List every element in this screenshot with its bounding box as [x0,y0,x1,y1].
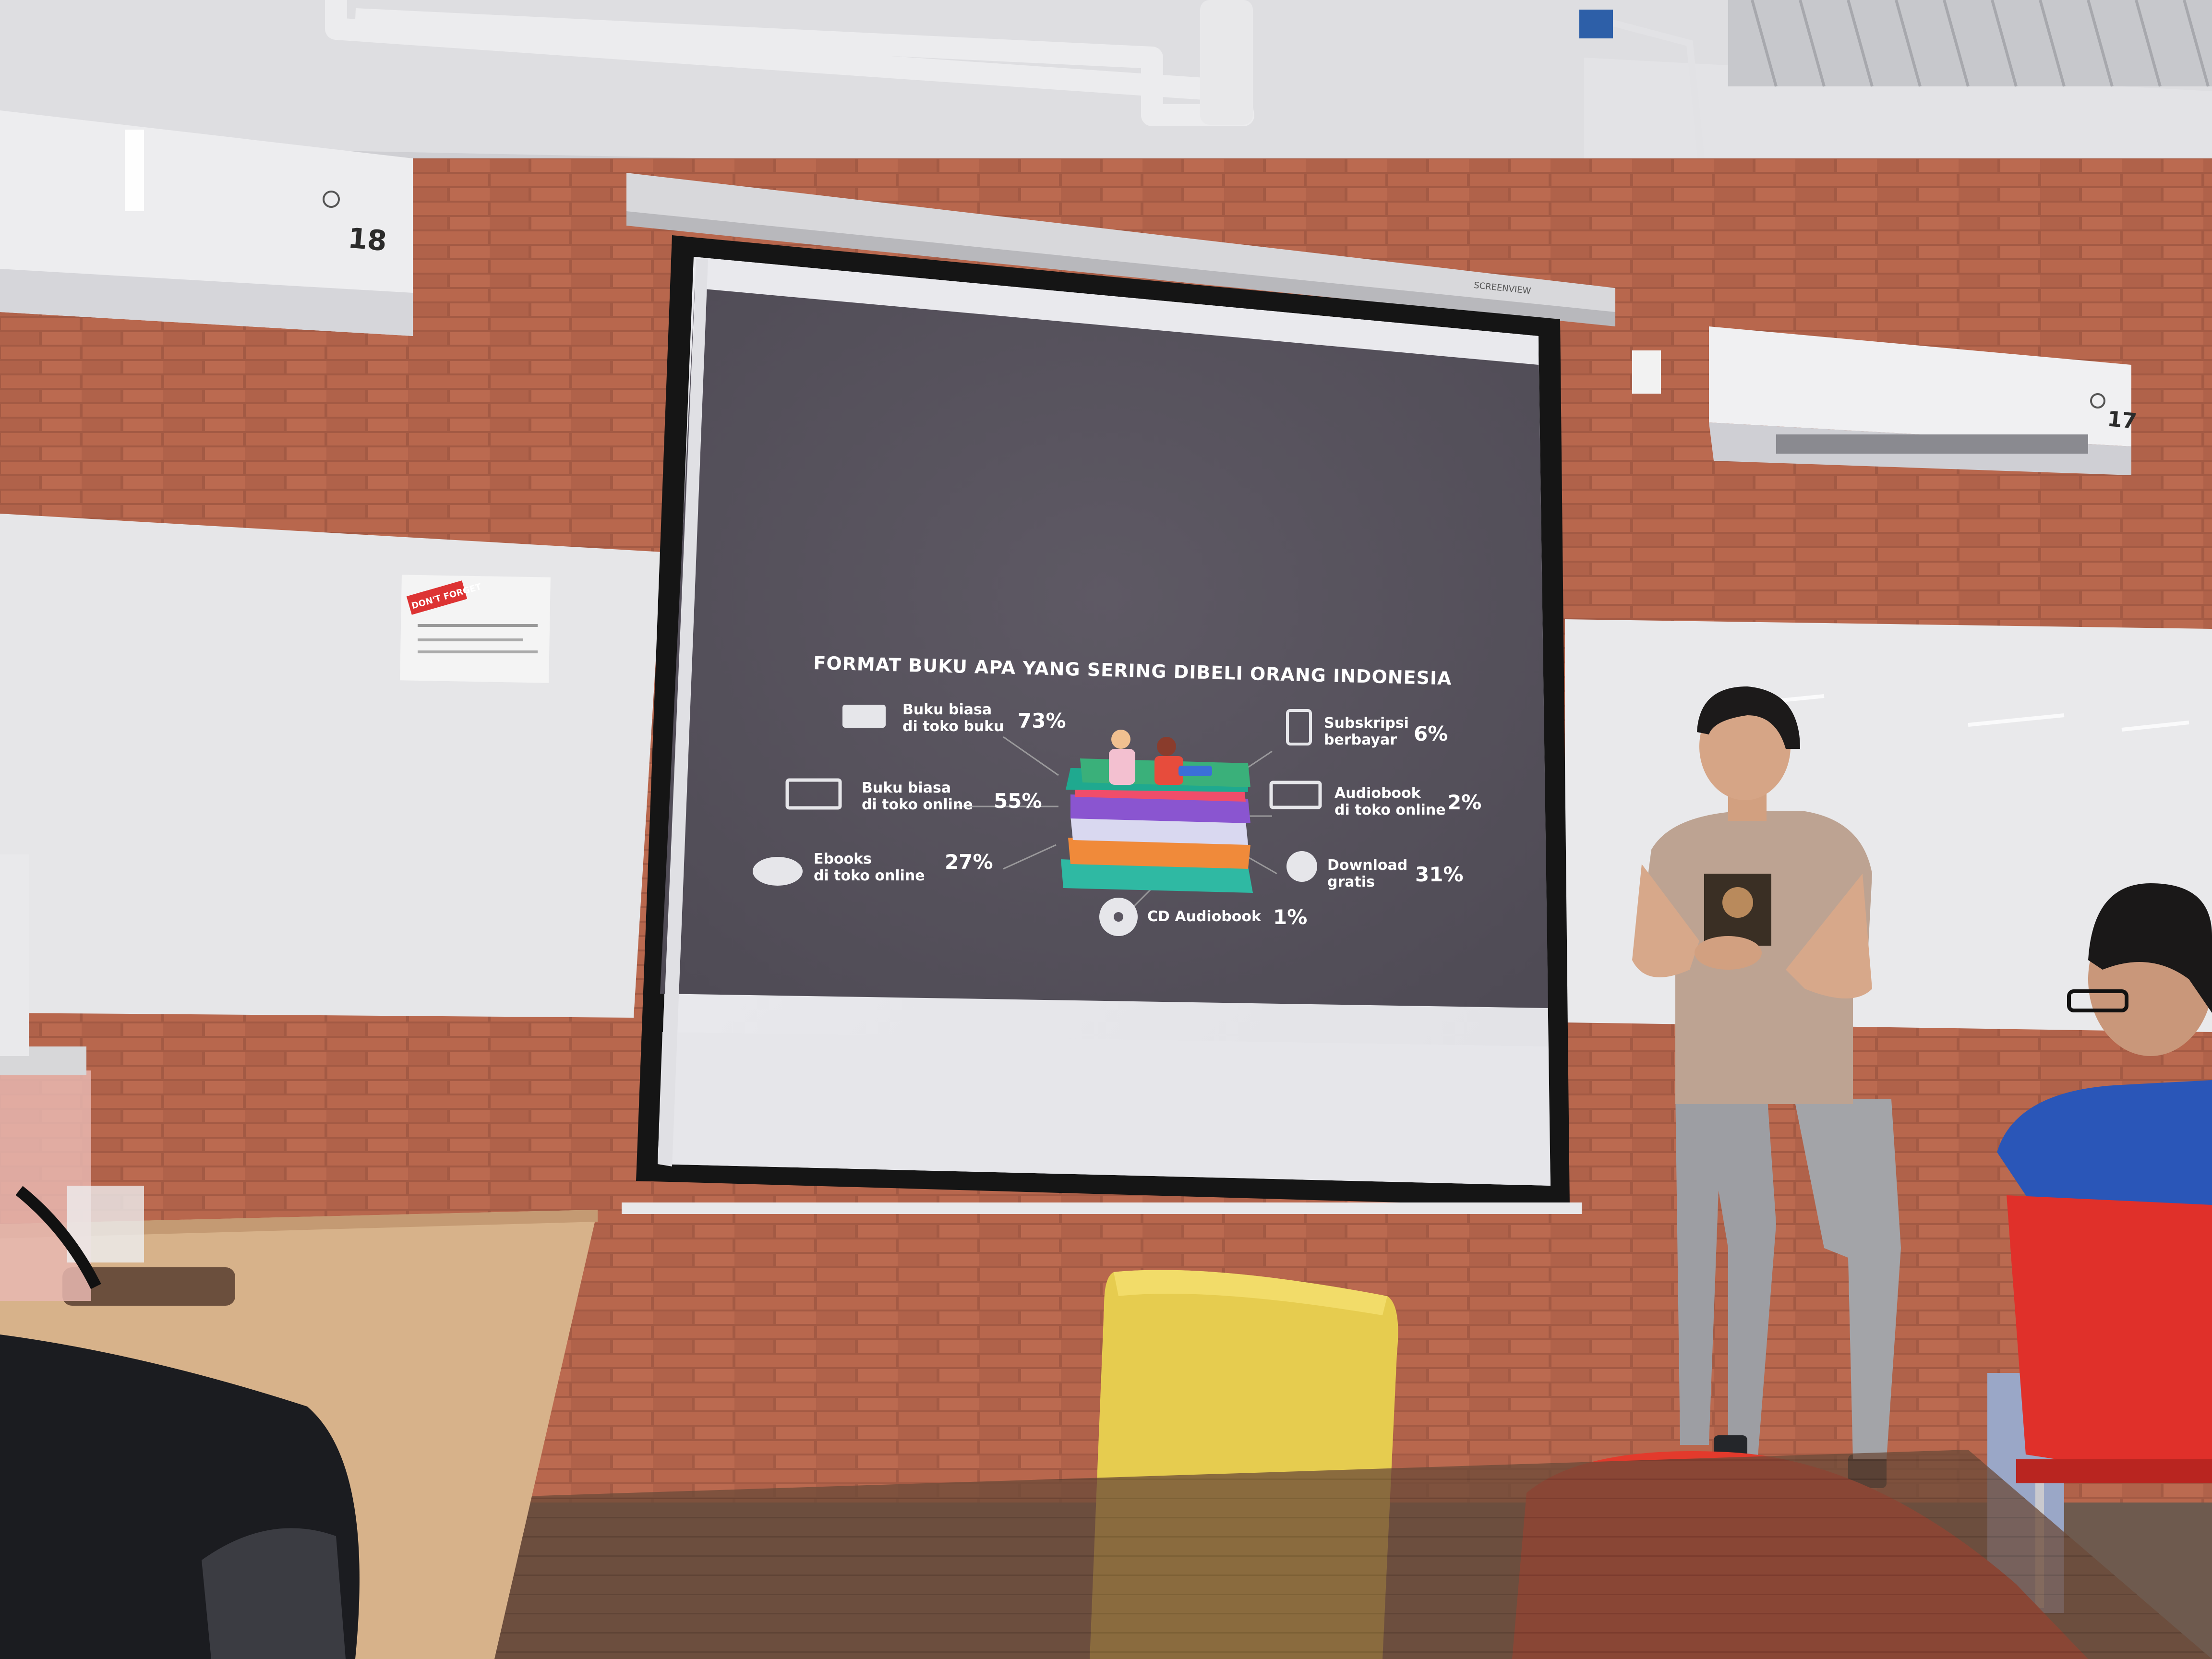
reader-boy [1157,737,1176,756]
ac-left-number: 18 [347,221,388,258]
cloud-download-icon [753,857,803,886]
item-percent-ebooks: 27% [945,850,993,874]
item-label-download: Download gratis [1327,857,1408,890]
item-percent-subskripsi: 6% [1414,722,1448,745]
screen-bottom-bar [622,1202,1582,1214]
open-book-icon [842,705,886,728]
item-percent-toko-buku: 73% [1018,709,1066,733]
wall-switch [1632,350,1661,394]
ninja-mask-icon [1286,851,1317,882]
item-label-ebooks: Ebooks di toko online [814,851,925,884]
ceiling-corrugation [1728,0,2212,87]
item-percent-buku-online: 55% [994,789,1042,813]
item-percent-download: 31% [1415,863,1464,886]
item-label-cd-audiobook: CD Audiobook [1147,908,1261,925]
item-percent-audiobook: 2% [1447,791,1482,814]
item-label-buku-online: Buku biasa di toko online [862,780,973,813]
item-label-audiobook: Audiobook di toko online [1334,785,1446,818]
projected-slide [660,259,1548,1008]
whiteboard-left [0,514,662,1018]
ac-right-number: 17 [2106,407,2138,434]
item-label-subskripsi: Subskripsi berbayar [1324,715,1409,748]
item-label-toko-buku: Buku biasa di toko buku [902,701,1004,735]
reader-girl [1111,730,1130,749]
item-percent-cd-audiobook: 1% [1273,905,1308,929]
room-photo [0,0,2212,1659]
